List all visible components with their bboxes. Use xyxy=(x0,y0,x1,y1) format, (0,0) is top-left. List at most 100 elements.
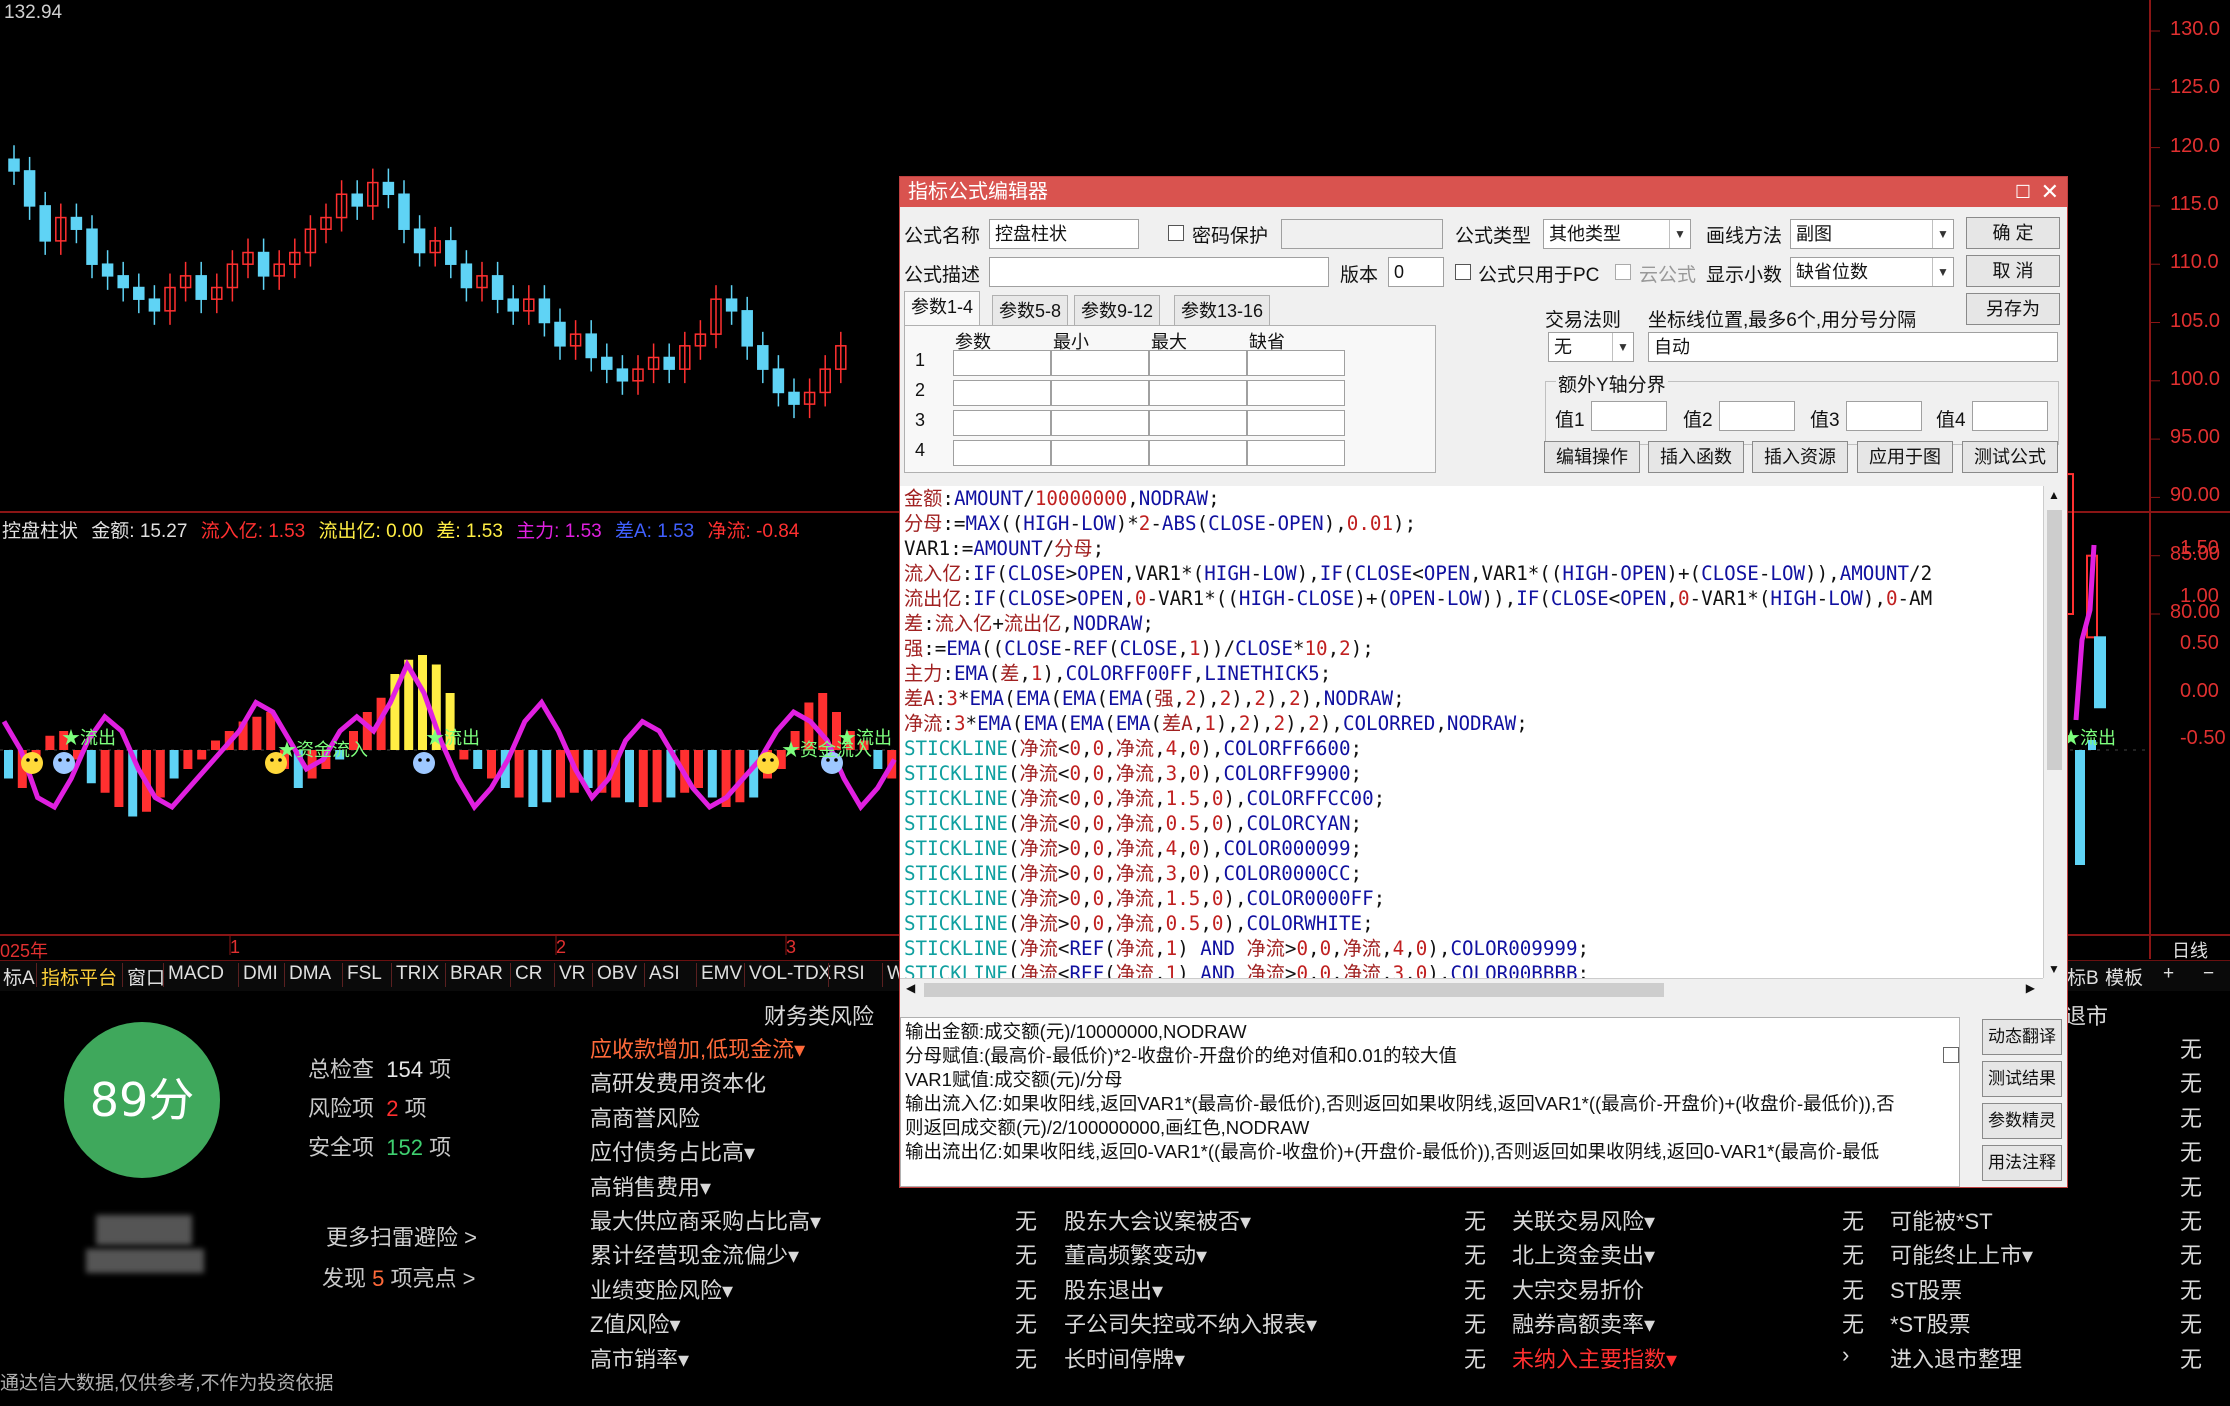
save-as-button[interactable]: 另存为 xyxy=(1966,293,2060,325)
code-line[interactable]: 流出亿:IF(CLOSE>OPEN,0-VAR1*((HIGH-CLOSE)+(… xyxy=(900,586,2043,611)
param-cell[interactable] xyxy=(953,350,1051,376)
code-horizontal-scrollbar[interactable]: ◀ ▶ xyxy=(900,978,2043,1001)
action-button-3[interactable]: 插入资源 xyxy=(1752,441,1848,473)
col1-item[interactable]: 高商誉风险 xyxy=(590,1101,700,1133)
tab-right-1[interactable]: 模板 xyxy=(2102,963,2146,990)
tab-11[interactable]: OBV xyxy=(594,963,640,985)
col3-item[interactable]: 关联交易风险▾ xyxy=(1512,1204,1655,1236)
code-line[interactable]: 主力:EMA(差,1),COLORFF00FF,LINETHICK5; xyxy=(900,661,2043,686)
tab-right-2[interactable]: + xyxy=(2160,963,2177,985)
col1-item[interactable]: 应收款增加,低现金流▾ xyxy=(590,1032,805,1064)
param-cell[interactable] xyxy=(953,380,1051,406)
coord-input[interactable]: 自动 xyxy=(1648,332,2058,362)
translation-button-2[interactable]: 测试结果 xyxy=(1982,1061,2062,1097)
code-line[interactable]: 流入亿:IF(CLOSE>OPEN,VAR1*(HIGH-LOW),IF(CLO… xyxy=(900,561,2043,586)
tab-14[interactable]: VOL-TDX xyxy=(746,963,834,985)
decimals-select[interactable]: 缺省位数 ▼ xyxy=(1790,257,1954,287)
code-line[interactable]: 差A:3*EMA(EMA(EMA(EMA(强,2),2),2),2),NODRA… xyxy=(900,686,2043,711)
tab-13[interactable]: EMV xyxy=(698,963,745,985)
tab-4[interactable]: DMI xyxy=(240,963,281,985)
tab-6[interactable]: FSL xyxy=(344,963,385,985)
code-line[interactable]: STICKLINE(净流>0,0,净流,3,0),COLOR0000CC; xyxy=(900,861,2043,886)
ok-button[interactable]: 确 定 xyxy=(1966,217,2060,249)
cloud-checkbox[interactable] xyxy=(1615,264,1631,280)
tab-1[interactable]: 指标平台 xyxy=(38,963,120,990)
more-scan-link[interactable]: 更多扫雷避险 > xyxy=(326,1220,477,1252)
col3-item[interactable]: 大宗交易折价 xyxy=(1512,1273,1644,1305)
dialog-titlebar[interactable]: 指标公式编辑器 ☐ ✕ xyxy=(900,177,2067,207)
action-button-1[interactable]: 编辑操作 xyxy=(1544,441,1640,473)
cancel-button[interactable]: 取 消 xyxy=(1966,255,2060,287)
param-cell[interactable] xyxy=(1247,440,1345,466)
col4-item[interactable]: 进入退市整理 xyxy=(1890,1342,2022,1374)
hscroll-thumb[interactable] xyxy=(924,983,1664,997)
code-vertical-scrollbar[interactable]: ▲ ▼ xyxy=(2043,486,2066,978)
draw-method-select[interactable]: 副图 ▼ xyxy=(1790,219,1954,249)
col1-item[interactable]: Z值风险▾ xyxy=(590,1307,680,1339)
tab-2[interactable]: 窗口 xyxy=(124,963,168,990)
param-cell[interactable] xyxy=(1149,380,1247,406)
y-value-input[interactable] xyxy=(1591,401,1667,431)
param-cell[interactable] xyxy=(1051,350,1149,376)
col1-item[interactable]: 应付债务占比高▾ xyxy=(590,1135,755,1167)
version-input[interactable]: 0 xyxy=(1388,257,1444,287)
param-tab-2[interactable]: 参数5-8 xyxy=(992,295,1069,326)
scroll-up-icon[interactable]: ▲ xyxy=(2048,488,2060,502)
code-line[interactable]: 差:流入亿+流出亿,NODRAW; xyxy=(900,611,2043,636)
col1-item[interactable]: 高销售费用▾ xyxy=(590,1170,711,1202)
param-cell[interactable] xyxy=(953,410,1051,436)
code-line[interactable]: 金额:AMOUNT/10000000,NODRAW; xyxy=(900,486,2043,511)
action-button-4[interactable]: 应用于图 xyxy=(1857,441,1953,473)
password-input[interactable] xyxy=(1281,219,1443,249)
code-line[interactable]: 分母:=MAX((HIGH-LOW)*2-ABS(CLOSE-OPEN),0.0… xyxy=(900,511,2043,536)
code-line[interactable]: VAR1:=AMOUNT/分母; xyxy=(900,536,2043,561)
col1-item[interactable]: 业绩变脸风险▾ xyxy=(590,1273,733,1305)
param-tab-3[interactable]: 参数9-12 xyxy=(1074,295,1161,326)
maximize-icon[interactable]: ☐ xyxy=(2015,177,2031,207)
tab-8[interactable]: BRAR xyxy=(447,963,506,985)
code-line[interactable]: STICKLINE(净流<REF(净流,1) AND 净流>0,0,净流,4,0… xyxy=(900,936,2043,961)
col4-item[interactable]: 可能被*ST xyxy=(1890,1204,1993,1236)
formula-desc-input[interactable] xyxy=(989,257,1329,287)
scroll-left-icon[interactable]: ◀ xyxy=(906,981,915,995)
param-cell[interactable] xyxy=(953,440,1051,466)
pc-only-checkbox[interactable] xyxy=(1455,264,1471,280)
tab-7[interactable]: TRIX xyxy=(393,963,442,985)
param-cell[interactable] xyxy=(1247,350,1345,376)
tab-right-3[interactable]: − xyxy=(2200,963,2217,985)
tab-12[interactable]: ASI xyxy=(646,963,683,985)
tab-9[interactable]: CR xyxy=(512,963,545,985)
param-tab-1[interactable]: 参数1-4 xyxy=(904,291,981,326)
tab-3[interactable]: MACD xyxy=(165,963,227,985)
param-cell[interactable] xyxy=(1149,440,1247,466)
action-button-2[interactable]: 插入函数 xyxy=(1648,441,1744,473)
tab-0[interactable]: 标A xyxy=(0,963,38,990)
y-value-input[interactable] xyxy=(1719,401,1795,431)
translation-button-3[interactable]: 参数精灵 xyxy=(1982,1103,2062,1139)
col4-item[interactable]: 可能终止上市▾ xyxy=(1890,1238,2033,1270)
param-cell[interactable] xyxy=(1149,410,1247,436)
code-line[interactable]: 净流:3*EMA(EMA(EMA(EMA(差A,1),2),2),2),COLO… xyxy=(900,711,2043,736)
code-line[interactable]: STICKLINE(净流>0,0,净流,0.5,0),COLORWHITE; xyxy=(900,911,2043,936)
close-icon[interactable]: ✕ xyxy=(2041,177,2059,207)
y-value-input[interactable] xyxy=(1972,401,2048,431)
code-line[interactable]: 强:=EMA((CLOSE-REF(CLOSE,1))/CLOSE*10,2); xyxy=(900,636,2043,661)
col1-item[interactable]: 最大供应商采购占比高▾ xyxy=(590,1204,821,1236)
param-cell[interactable] xyxy=(1051,440,1149,466)
translation-button-1[interactable]: 动态翻译 xyxy=(1982,1019,2062,1055)
col2-item[interactable]: 长时间停牌▾ xyxy=(1064,1342,1185,1374)
col2-item[interactable]: 股东退出▾ xyxy=(1064,1273,1163,1305)
col4-item[interactable]: ST股票 xyxy=(1890,1273,1962,1305)
trade-rule-select[interactable]: 无 ▼ xyxy=(1548,332,1634,362)
highlight-link[interactable]: 发现 5 项亮点 > xyxy=(322,1261,475,1293)
scroll-thumb[interactable] xyxy=(2047,510,2062,770)
col1-item[interactable]: 累计经营现金流偏少▾ xyxy=(590,1238,799,1270)
code-line[interactable]: STICKLINE(净流<0,0,净流,3,0),COLORFF9900; xyxy=(900,761,2043,786)
col4-item[interactable]: *ST股票 xyxy=(1890,1307,1971,1339)
param-cell[interactable] xyxy=(1247,380,1345,406)
col3-item[interactable]: 未纳入主要指数▾ xyxy=(1512,1342,1677,1374)
scroll-right-icon[interactable]: ▶ xyxy=(2026,981,2035,995)
param-cell[interactable] xyxy=(1051,410,1149,436)
code-line[interactable]: STICKLINE(净流>0,0,净流,1.5,0),COLOR0000FF; xyxy=(900,886,2043,911)
param-cell[interactable] xyxy=(1051,380,1149,406)
